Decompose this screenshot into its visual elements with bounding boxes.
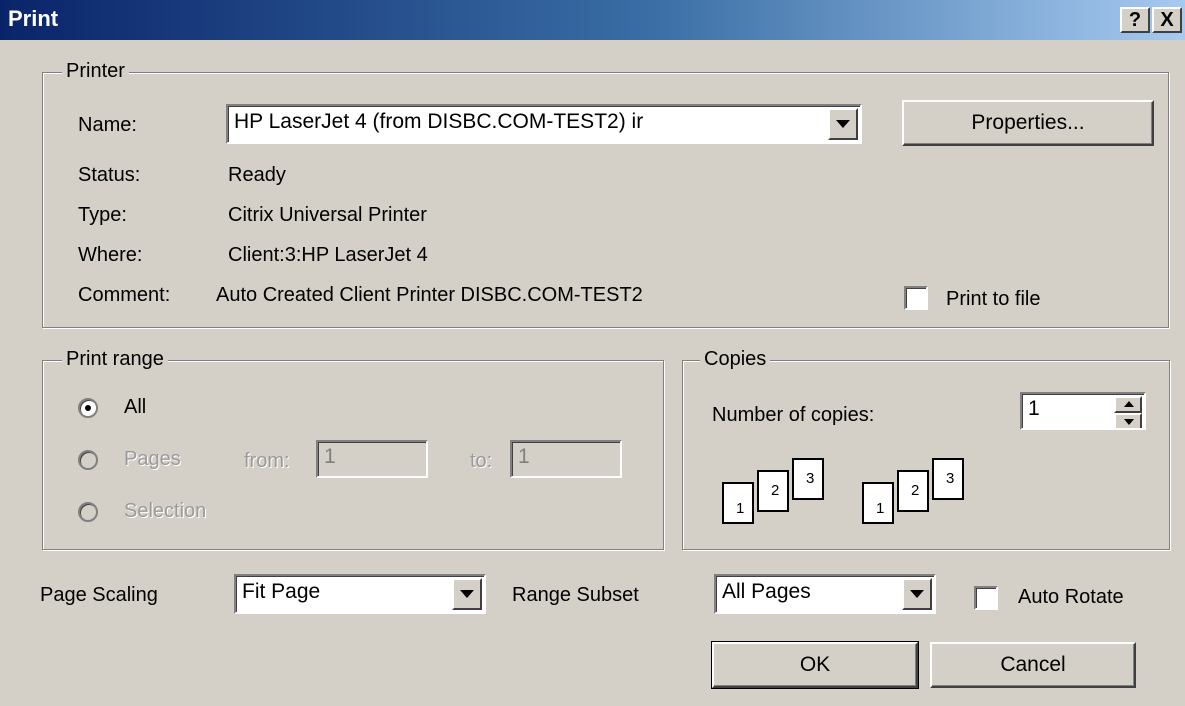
all-label[interactable]: All <box>124 396 146 419</box>
number-of-copies-input[interactable]: 1 <box>1020 392 1146 430</box>
help-button[interactable]: ? <box>1120 7 1150 33</box>
copies-spinner[interactable] <box>1114 396 1142 428</box>
printer-name-value: HP LaserJet 4 (from DISBC.COM-TEST2) ir <box>234 110 644 133</box>
auto-rotate-label[interactable]: Auto Rotate <box>1018 586 1124 609</box>
selection-label[interactable]: Selection <box>124 500 206 523</box>
collate-page-1: 1 <box>862 482 894 524</box>
chevron-down-icon <box>836 120 850 128</box>
print-to-file-label[interactable]: Print to file <box>946 288 1040 311</box>
pages-label[interactable]: Pages <box>124 448 181 471</box>
collate-page-2: 2 <box>757 470 789 512</box>
page-number-1: 1 <box>876 500 885 517</box>
where-label: Where: <box>78 244 143 266</box>
collate-page-2: 2 <box>897 470 929 512</box>
type-value: Citrix Universal Printer <box>228 204 427 226</box>
where-value: Client:3:HP LaserJet 4 <box>228 244 428 266</box>
page-scaling-value: Fit Page <box>242 580 321 603</box>
comment-value: Auto Created Client Printer DISBC.COM-TE… <box>216 284 643 306</box>
pages-radio[interactable] <box>78 450 98 470</box>
number-of-copies-value: 1 <box>1028 397 1040 420</box>
radio-selected-dot <box>85 405 91 411</box>
range-subset-label: Range Subset <box>512 584 639 606</box>
name-label: Name: <box>78 114 137 136</box>
range-subset-dropdown-button[interactable] <box>902 578 932 610</box>
page-scaling-dropdown-button[interactable] <box>452 578 482 610</box>
page-number-3: 3 <box>946 470 955 487</box>
page-scaling-select[interactable]: Fit Page <box>234 574 486 614</box>
printer-name-dropdown-button[interactable] <box>828 108 858 140</box>
arrow-down-icon <box>1124 419 1134 425</box>
to-label: to: <box>470 450 493 472</box>
page-number-3: 3 <box>806 470 815 487</box>
title-bar: Print ? X <box>0 0 1185 40</box>
status-label: Status: <box>78 164 141 186</box>
collate-page-1: 1 <box>722 482 754 524</box>
range-subset-select[interactable]: All Pages <box>714 574 936 614</box>
collate-page-3: 3 <box>792 458 824 500</box>
page-number-1: 1 <box>736 500 745 517</box>
all-radio[interactable] <box>78 398 98 418</box>
print-range-legend: Print range <box>62 348 168 371</box>
chevron-down-icon <box>460 590 474 598</box>
printer-name-select[interactable]: HP LaserJet 4 (from DISBC.COM-TEST2) ir <box>226 104 862 144</box>
print-dialog: Print ? X Printer Name: HP LaserJet 4 (f… <box>0 0 1185 706</box>
chevron-down-icon <box>910 590 924 598</box>
properties-button[interactable]: Properties... <box>902 100 1154 146</box>
to-input[interactable]: 1 <box>510 440 622 478</box>
spin-up-button[interactable] <box>1114 396 1142 413</box>
from-input[interactable]: 1 <box>316 440 428 478</box>
close-button[interactable]: X <box>1152 7 1182 33</box>
dialog-title: Print <box>8 6 59 31</box>
spin-down-button[interactable] <box>1114 413 1142 428</box>
collate-pages-icon: 3 2 1 <box>722 456 838 534</box>
print-to-file-checkbox[interactable] <box>904 286 928 310</box>
auto-rotate-checkbox[interactable] <box>974 586 998 610</box>
collate-page-3: 3 <box>932 458 964 500</box>
type-label: Type: <box>78 204 127 226</box>
page-number-2: 2 <box>771 482 780 499</box>
from-label: from: <box>244 450 290 472</box>
page-number-2: 2 <box>911 482 920 499</box>
comment-label: Comment: <box>78 284 171 306</box>
range-subset-value: All Pages <box>722 580 811 603</box>
status-value: Ready <box>228 164 286 186</box>
ok-button[interactable]: OK <box>711 641 919 689</box>
collate-pages-icon: 3 2 1 <box>862 456 978 534</box>
page-scaling-label: Page Scaling <box>40 584 158 606</box>
printer-group-legend: Printer <box>62 60 129 83</box>
arrow-up-icon <box>1124 401 1134 407</box>
number-of-copies-label: Number of copies: <box>712 404 875 426</box>
copies-legend: Copies <box>700 348 771 371</box>
cancel-button[interactable]: Cancel <box>930 642 1136 688</box>
selection-radio[interactable] <box>78 502 98 522</box>
